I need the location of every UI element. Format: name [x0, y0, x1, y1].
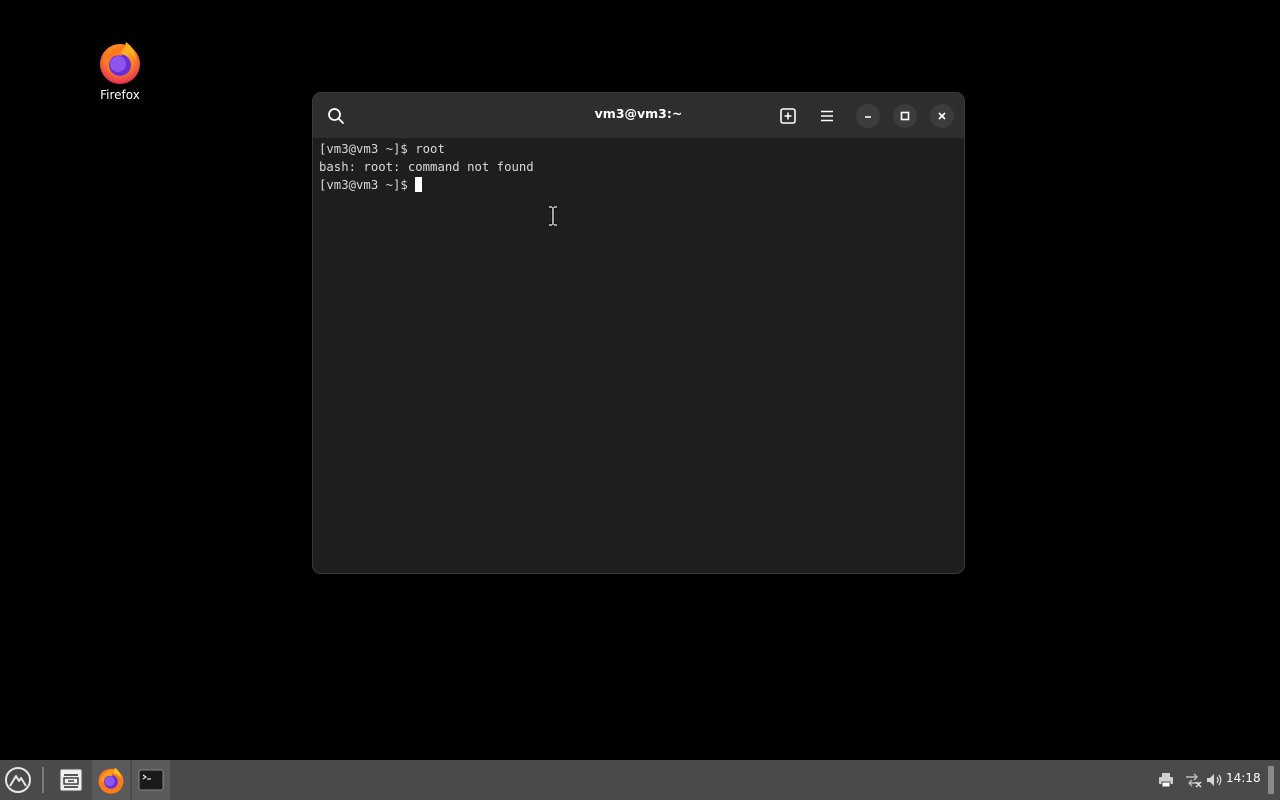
terminal-prompt: [vm3@vm3 ~]$ [319, 178, 416, 192]
tray-network[interactable] [1183, 760, 1203, 800]
new-tab-icon [780, 108, 796, 124]
clock[interactable]: 14:18 [1226, 771, 1261, 785]
taskbar-terminal[interactable] [132, 760, 170, 800]
minimize-icon [865, 116, 871, 118]
desktop-icon-firefox[interactable]: Firefox [88, 38, 152, 102]
terminal-prompt-line[interactable]: [vm3@vm3 ~]$ [319, 176, 958, 194]
terminal-output[interactable]: [vm3@vm3 ~]$ root bash: root: command not… [319, 140, 958, 573]
close-button[interactable] [930, 104, 954, 128]
menu-button[interactable] [814, 103, 840, 129]
app-menu-button[interactable] [2, 760, 34, 800]
volume-icon [1207, 774, 1222, 786]
minimize-button[interactable] [856, 104, 880, 128]
maximize-icon [900, 111, 910, 121]
taskbar-separator [42, 767, 44, 793]
terminal-line: [vm3@vm3 ~]$ root [319, 142, 445, 156]
tray-volume[interactable] [1205, 760, 1225, 800]
new-tab-button[interactable] [775, 103, 801, 129]
ibeam-cursor-icon [549, 206, 557, 226]
taskbar: 14:18 [0, 760, 1280, 800]
maximize-button[interactable] [893, 104, 917, 128]
terminal-icon [138, 769, 164, 791]
file-manager-icon [59, 768, 83, 792]
app-menu-icon [5, 767, 31, 793]
show-desktop-button[interactable] [1268, 766, 1274, 794]
firefox-icon [98, 767, 124, 794]
terminal-line: bash: root: command not found [319, 160, 534, 174]
hamburger-menu-icon [821, 110, 833, 122]
printer-icon [1159, 773, 1173, 788]
tray-printer[interactable] [1156, 760, 1176, 800]
terminal-window[interactable]: vm3@vm3:~ [vm3@vm3 ~]$ root bash: root: … [313, 93, 964, 573]
taskbar-file-manager[interactable] [54, 760, 88, 800]
close-icon [938, 112, 946, 120]
title-bar[interactable]: vm3@vm3:~ [313, 93, 964, 138]
taskbar-firefox[interactable] [92, 760, 130, 800]
network-icon [1186, 773, 1202, 788]
firefox-icon [100, 42, 140, 84]
text-cursor [415, 177, 423, 192]
desktop-icon-label: Firefox [100, 88, 140, 102]
